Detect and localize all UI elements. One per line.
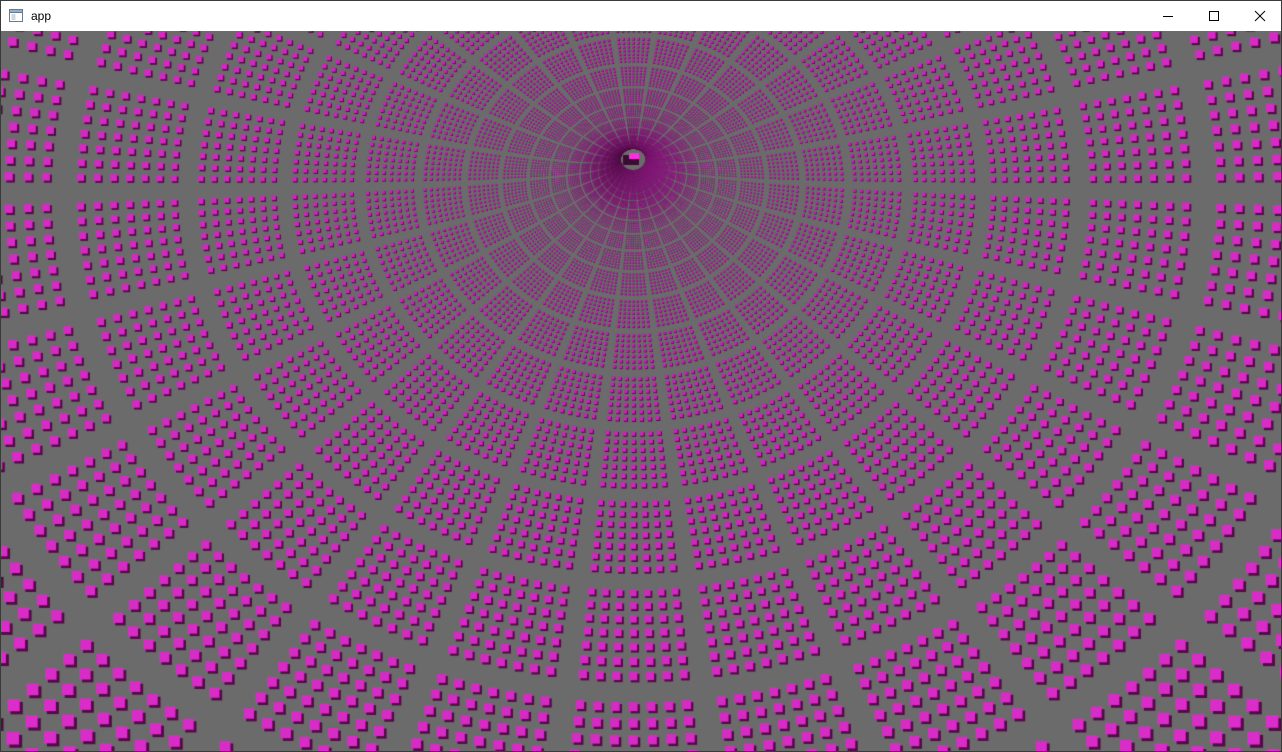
close-button[interactable] <box>1237 1 1281 31</box>
render-viewport[interactable] <box>1 31 1281 751</box>
minimize-button[interactable] <box>1145 1 1191 31</box>
minimize-icon <box>1163 16 1173 17</box>
app-window: app <box>0 0 1282 752</box>
tunnel-scene-canvas[interactable] <box>1 31 1281 751</box>
close-icon <box>1254 10 1266 22</box>
app-icon <box>9 9 23 22</box>
maximize-button[interactable] <box>1191 1 1237 31</box>
title-bar[interactable]: app <box>1 1 1281 31</box>
maximize-icon <box>1209 11 1219 21</box>
window-title: app <box>31 9 52 23</box>
